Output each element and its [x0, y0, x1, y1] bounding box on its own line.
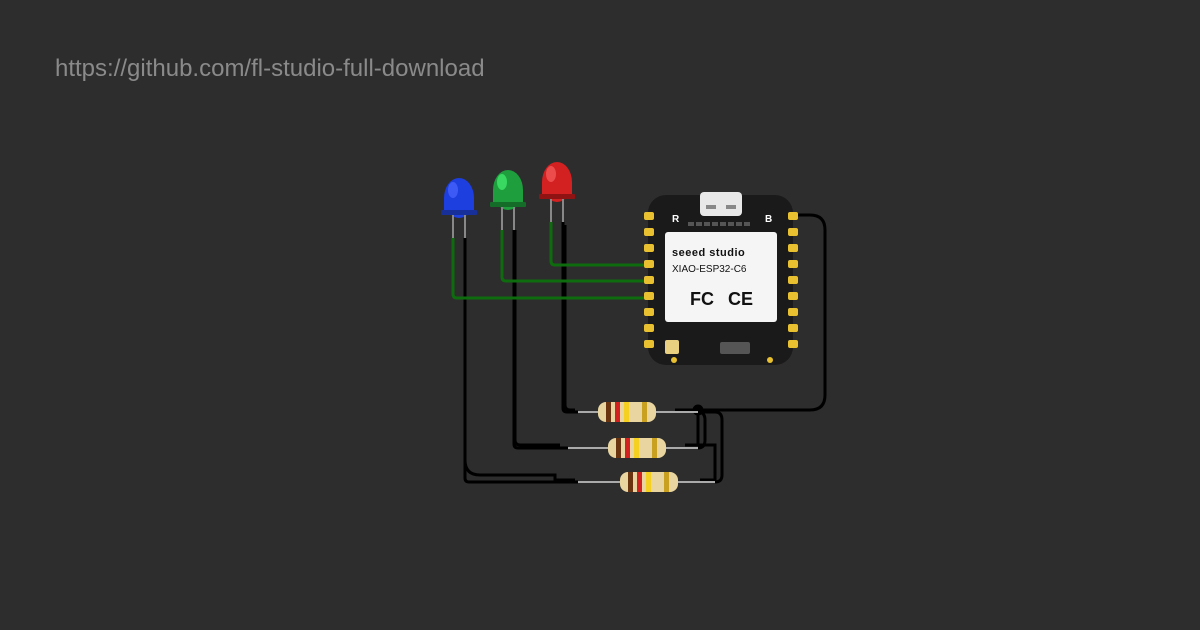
label-b: B: [765, 214, 772, 225]
circuit-diagram: R B seeed studio XIAO-ESP32-C6 FC CE: [0, 0, 1200, 630]
cert-fcc: FC: [690, 289, 714, 309]
resistor-3: [578, 472, 715, 492]
resistor-2: [568, 438, 698, 458]
resistor-1: [578, 402, 698, 422]
board-model: XIAO-ESP32-C6: [672, 264, 747, 275]
esp32-board: R B seeed studio XIAO-ESP32-C6 FC CE: [644, 192, 798, 365]
red-led: [539, 162, 575, 222]
ground-wires-2: [465, 222, 578, 482]
resistor-junction-wires: [698, 412, 722, 482]
green-led: [490, 170, 526, 230]
blue-led: [441, 178, 477, 238]
signal-wires: [453, 222, 648, 298]
board-brand: seeed studio: [672, 247, 745, 259]
label-r: R: [672, 214, 680, 225]
cert-ce: CE: [728, 289, 753, 309]
